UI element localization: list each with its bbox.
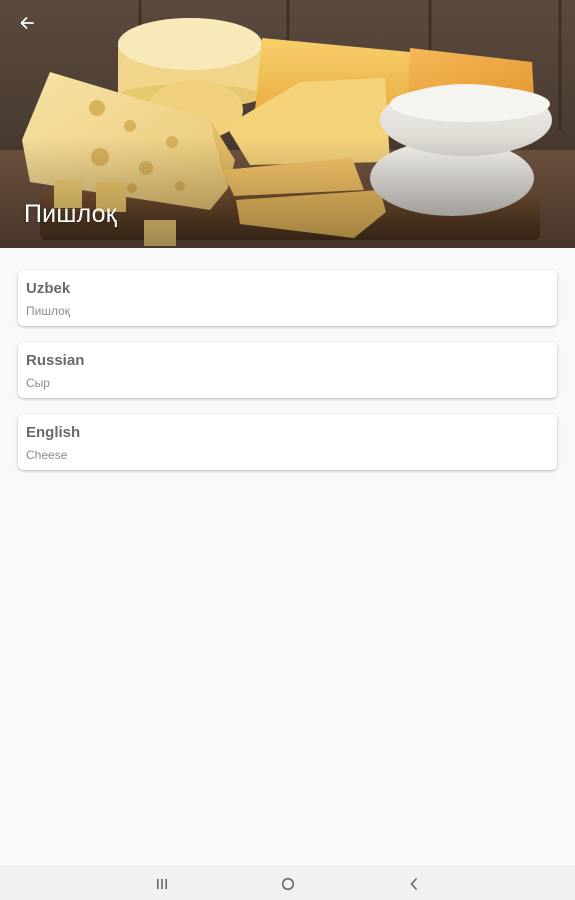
- system-navigation-bar: [0, 866, 575, 900]
- language-name: English: [26, 424, 81, 441]
- translations-list: Uzbek Пишлоқ Russian Сыр English Cheese: [0, 248, 575, 866]
- nav-back-icon: [410, 878, 417, 890]
- translated-word: Сыр: [26, 376, 50, 390]
- page-title: Пишлоқ: [24, 200, 117, 228]
- language-name: Uzbek: [26, 280, 71, 297]
- arrow-back-icon: [20, 17, 34, 29]
- recents-icon: [157, 879, 167, 889]
- header-image: Пишлоқ: [0, 0, 575, 248]
- translation-card-russian[interactable]: Russian Сыр: [18, 342, 557, 398]
- nav-back-button[interactable]: [401, 871, 427, 897]
- home-icon: [281, 877, 295, 891]
- recents-button[interactable]: [149, 871, 175, 897]
- translation-card-english[interactable]: English Cheese: [18, 414, 557, 470]
- translated-word: Cheese: [26, 448, 68, 462]
- home-button[interactable]: [275, 871, 301, 897]
- translated-word: Пишлоқ: [26, 304, 71, 318]
- translation-card-uzbek[interactable]: Uzbek Пишлоқ: [18, 270, 557, 326]
- back-button[interactable]: [12, 8, 42, 38]
- language-name: Russian: [26, 352, 85, 369]
